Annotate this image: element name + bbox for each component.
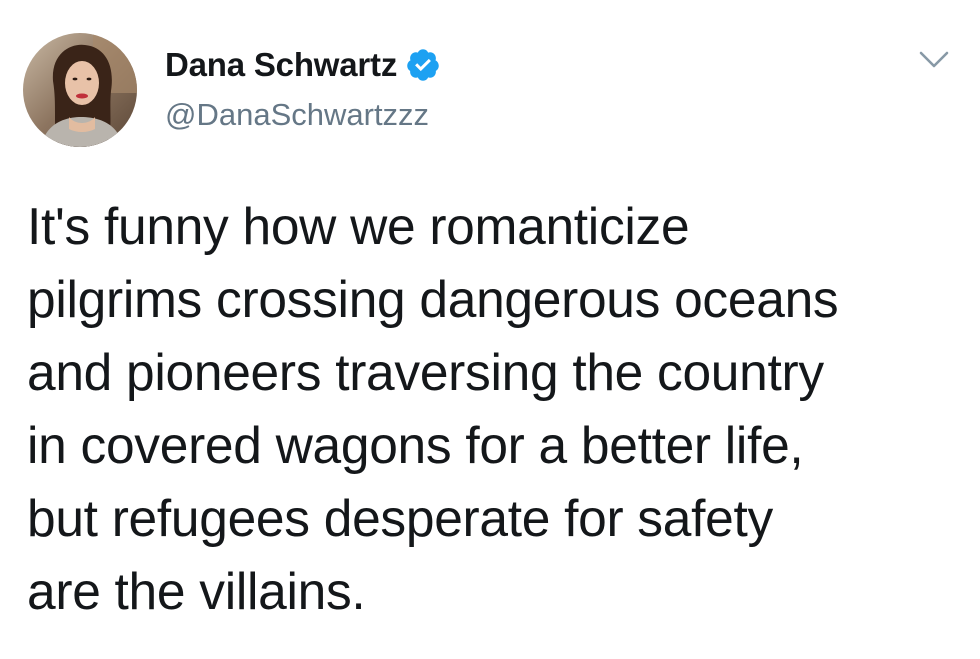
tweet-text-line: in covered wagons for a better life, xyxy=(27,416,804,474)
tweet-text-line: It's funny how we romanticize xyxy=(27,197,690,255)
user-handle[interactable]: @DanaSchwartzzz xyxy=(165,97,429,133)
tweet-text-line: are the villains. xyxy=(27,562,366,620)
verified-badge-icon xyxy=(405,47,441,83)
user-name-row: Dana Schwartz xyxy=(165,43,441,87)
tweet-text-line: but refugees desperate for safety xyxy=(27,489,773,547)
profile-photo-icon xyxy=(23,33,137,147)
avatar[interactable] xyxy=(23,33,137,147)
tweet-text: It's funny how we romanticize pilgrims c… xyxy=(27,190,962,628)
tweet-text-line: and pioneers traversing the country xyxy=(27,343,824,401)
chevron-down-icon[interactable] xyxy=(916,44,952,74)
tweet-text-line: pilgrims crossing dangerous oceans xyxy=(27,270,839,328)
tweet-card: Dana Schwartz @DanaSchwartzzz It's funny… xyxy=(0,0,980,659)
display-name[interactable]: Dana Schwartz xyxy=(165,46,397,84)
